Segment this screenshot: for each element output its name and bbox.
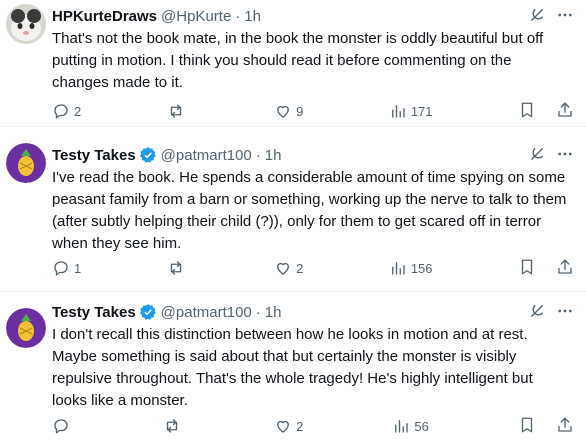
verified-icon <box>139 146 157 164</box>
grok-icon[interactable] <box>528 145 546 167</box>
share-icon <box>558 417 572 432</box>
like-button[interactable]: 2 <box>274 417 303 435</box>
like-count: 9 <box>296 103 304 119</box>
bookmark-icon <box>521 102 533 117</box>
views-button[interactable]: 156 <box>389 259 433 277</box>
tweet-text: That's not the book mate, in the book th… <box>52 30 544 91</box>
views-count: 171 <box>410 103 433 119</box>
reply-icon <box>54 419 68 434</box>
action-bar: 2 9 171 <box>52 101 574 121</box>
grok-icon[interactable] <box>528 302 546 324</box>
tweet-header: HPKurteDraws @HpKurte · 1h <box>52 6 574 26</box>
reply-count: 1 <box>74 260 82 276</box>
verified-icon <box>139 303 157 321</box>
repost-icon <box>170 261 181 275</box>
share-icon <box>558 259 572 274</box>
like-icon <box>277 420 290 433</box>
author-name[interactable]: Testy Takes <box>52 304 136 321</box>
tweet-header: Testy Takes @patmart100 · 1h <box>52 302 574 322</box>
bookmark-icon <box>521 417 533 432</box>
timestamp[interactable]: 1h <box>265 304 282 321</box>
separator: · <box>255 146 261 164</box>
views-icon <box>391 105 405 118</box>
reply-button[interactable]: 1 <box>52 259 81 277</box>
timestamp[interactable]: 1h <box>244 8 261 25</box>
repost-icon <box>170 104 181 118</box>
more-icon[interactable] <box>556 302 574 324</box>
repost-button[interactable] <box>167 259 189 277</box>
bookmark-button[interactable] <box>518 416 536 437</box>
views-count: 156 <box>410 260 433 276</box>
like-count: 2 <box>296 418 304 434</box>
bookmark-icon <box>521 259 533 274</box>
tweet-text: I don't recall this distinction between … <box>52 326 533 409</box>
avatar[interactable] <box>6 308 46 348</box>
like-button[interactable]: 2 <box>274 259 303 277</box>
author-name[interactable]: HPKurteDraws <box>52 8 157 25</box>
tweet[interactable]: Testy Takes @patmart100 · 1h I don't rec… <box>0 292 586 446</box>
reply-count: 2 <box>74 103 82 119</box>
author-handle[interactable]: @patmart100 <box>161 147 252 164</box>
timestamp[interactable]: 1h <box>265 147 282 164</box>
avatar[interactable] <box>6 4 46 44</box>
author-name[interactable]: Testy Takes <box>52 147 136 164</box>
views-button[interactable]: 56 <box>392 417 429 435</box>
separator: · <box>255 303 261 321</box>
reply-button[interactable] <box>52 417 74 435</box>
more-icon[interactable] <box>556 6 574 28</box>
share-button[interactable] <box>556 101 574 122</box>
reply-icon <box>54 261 68 276</box>
tweet[interactable]: Testy Takes @patmart100 · 1h I've read t… <box>0 127 586 292</box>
action-bar: 1 2 156 <box>52 258 574 278</box>
author-handle[interactable]: @patmart100 <box>161 304 252 321</box>
bookmark-button[interactable] <box>518 101 536 122</box>
like-count: 2 <box>296 260 304 276</box>
views-icon <box>395 420 409 433</box>
grok-icon[interactable] <box>528 6 546 28</box>
separator: · <box>235 7 241 25</box>
bookmark-button[interactable] <box>518 258 536 279</box>
like-button[interactable]: 9 <box>274 102 303 120</box>
share-icon <box>558 102 572 117</box>
repost-button[interactable] <box>167 102 189 120</box>
action-bar: 2 56 <box>52 416 574 436</box>
like-icon <box>277 262 290 275</box>
more-icon[interactable] <box>556 145 574 167</box>
reply-icon <box>54 104 68 119</box>
author-handle[interactable]: @HpKurte <box>161 8 231 25</box>
avatar[interactable] <box>6 143 46 183</box>
share-button[interactable] <box>556 258 574 279</box>
views-icon <box>391 262 405 275</box>
tweet[interactable]: HPKurteDraws @HpKurte · 1h That's not th… <box>0 0 586 127</box>
repost-button[interactable] <box>163 417 185 435</box>
views-button[interactable]: 171 <box>389 102 433 120</box>
reply-button[interactable]: 2 <box>52 102 81 120</box>
views-count: 56 <box>414 418 429 434</box>
repost-icon <box>166 419 178 433</box>
tweet-text: I've read the book. He spends a consider… <box>52 169 567 252</box>
tweet-header: Testy Takes @patmart100 · 1h <box>52 145 574 165</box>
share-button[interactable] <box>556 416 574 437</box>
like-icon <box>277 105 290 118</box>
